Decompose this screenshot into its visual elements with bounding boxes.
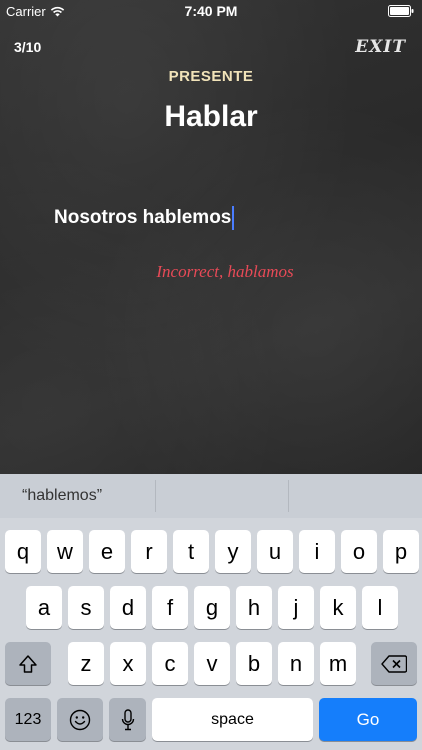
- answer-text: Nosotros hablemos: [54, 207, 232, 228]
- key-y[interactable]: y: [215, 530, 251, 573]
- key-q[interactable]: q: [5, 530, 41, 573]
- question-counter: 3/10: [14, 39, 42, 55]
- key-c[interactable]: c: [152, 642, 188, 685]
- key-k[interactable]: k: [320, 586, 356, 629]
- tense-label: PRESENTE: [168, 68, 254, 85]
- key-n[interactable]: n: [278, 642, 314, 685]
- battery-icon: [388, 5, 414, 17]
- status-bar: Carrier 7:40 PM: [0, 0, 422, 22]
- key-l[interactable]: l: [362, 586, 398, 629]
- clock: 7:40 PM: [184, 3, 238, 19]
- verb-title: Hablar: [164, 100, 258, 133]
- go-key[interactable]: Go: [319, 698, 417, 741]
- suggestion-2[interactable]: [156, 474, 289, 518]
- key-j[interactable]: j: [278, 586, 314, 629]
- text-caret: [232, 206, 235, 230]
- key-s[interactable]: s: [68, 586, 104, 629]
- key-e[interactable]: e: [89, 530, 125, 573]
- suggestion-1[interactable]: “hablemos”: [0, 474, 155, 518]
- feedback-message: Incorrect, hablamos: [156, 262, 294, 281]
- space-key[interactable]: space: [152, 698, 313, 741]
- key-z[interactable]: z: [68, 642, 104, 685]
- shift-icon: [19, 654, 37, 673]
- key-h[interactable]: h: [236, 586, 272, 629]
- emoji-icon: [69, 709, 91, 730]
- key-p[interactable]: p: [383, 530, 419, 573]
- key-b[interactable]: b: [236, 642, 272, 685]
- key-r[interactable]: r: [131, 530, 167, 573]
- key-x[interactable]: x: [110, 642, 146, 685]
- key-m[interactable]: m: [320, 642, 356, 685]
- key-v[interactable]: v: [194, 642, 230, 685]
- exit-button[interactable]: EXIT: [355, 37, 406, 57]
- key-o[interactable]: o: [341, 530, 377, 573]
- delete-icon: [381, 654, 407, 673]
- suggestion-3[interactable]: [289, 474, 422, 518]
- key-w[interactable]: w: [47, 530, 83, 573]
- delete-key[interactable]: [371, 642, 417, 685]
- key-a[interactable]: a: [26, 586, 62, 629]
- shift-key[interactable]: [5, 642, 51, 685]
- key-i[interactable]: i: [299, 530, 335, 573]
- answer-input[interactable]: Nosotros hablemos: [54, 204, 374, 232]
- microphone-icon: [121, 708, 134, 730]
- keyboard: “hablemos” q w e r t y u i o p a s d f g…: [0, 474, 422, 750]
- key-f[interactable]: f: [152, 586, 188, 629]
- numbers-key[interactable]: 123: [5, 698, 51, 741]
- key-g[interactable]: g: [194, 586, 230, 629]
- suggestion-bar: “hablemos”: [0, 474, 422, 518]
- dictation-key[interactable]: [109, 698, 146, 741]
- key-t[interactable]: t: [173, 530, 209, 573]
- key-d[interactable]: d: [110, 586, 146, 629]
- emoji-key[interactable]: [57, 698, 103, 741]
- key-u[interactable]: u: [257, 530, 293, 573]
